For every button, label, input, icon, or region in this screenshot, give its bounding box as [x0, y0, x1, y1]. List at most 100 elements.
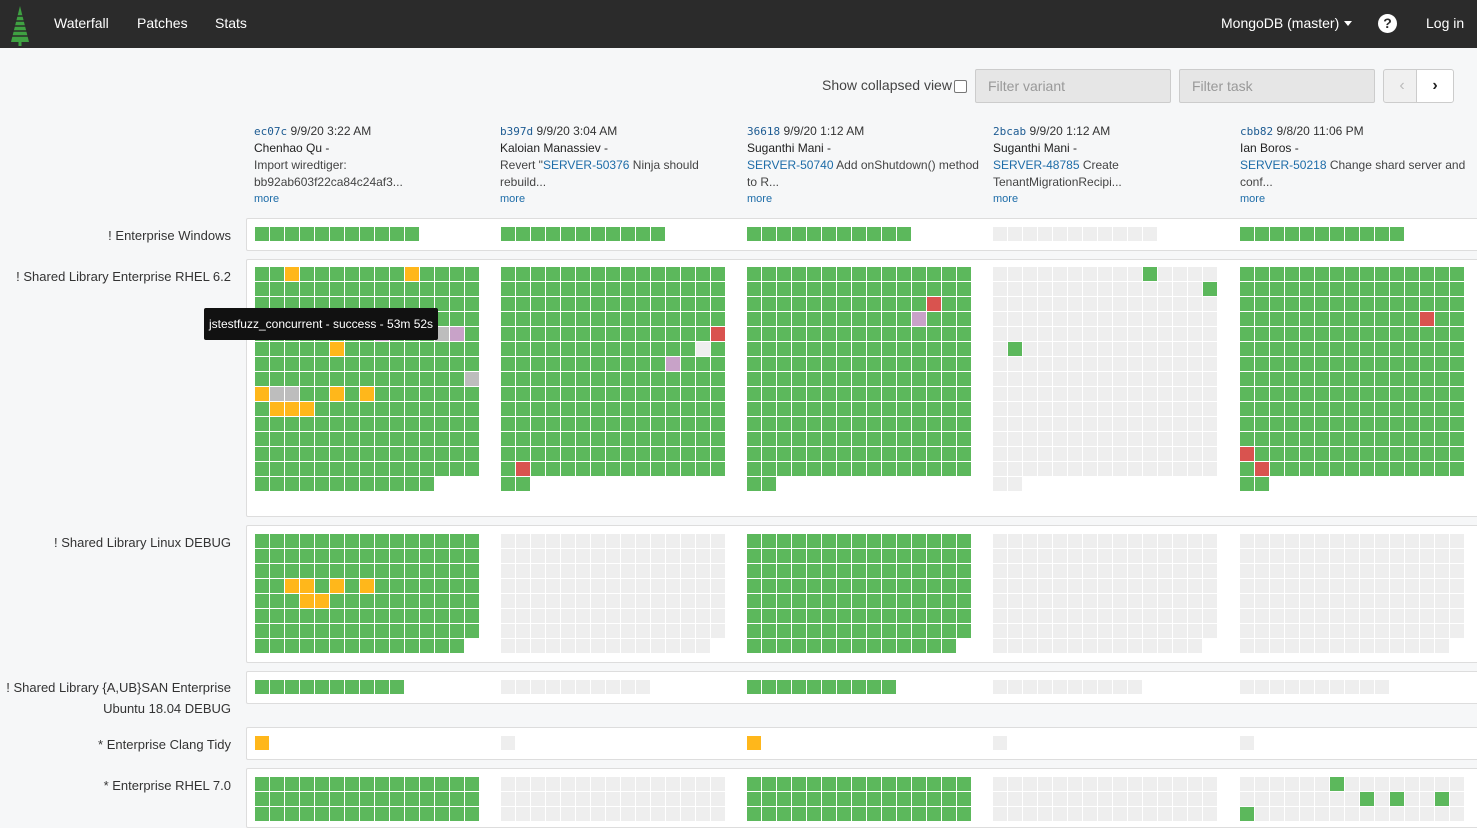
task-cell-success[interactable]	[807, 297, 821, 311]
task-cell-success[interactable]	[837, 807, 851, 821]
task-cell-success[interactable]	[1375, 312, 1389, 326]
task-cell-success[interactable]	[837, 387, 851, 401]
task-cell-success[interactable]	[465, 342, 479, 356]
task-cell-undispatched[interactable]	[1203, 777, 1217, 791]
task-cell-undispatched[interactable]	[1203, 327, 1217, 341]
task-cell-undispatched[interactable]	[1053, 282, 1067, 296]
task-cell-success[interactable]	[942, 372, 956, 386]
task-cell-undispatched[interactable]	[1083, 624, 1097, 638]
task-cell-success[interactable]	[315, 534, 329, 548]
task-cell-success[interactable]	[1255, 402, 1269, 416]
task-cell-success[interactable]	[1240, 432, 1254, 446]
task-cell-success[interactable]	[696, 372, 710, 386]
task-cell-success[interactable]	[390, 594, 404, 608]
task-cell-undispatched[interactable]	[1008, 462, 1022, 476]
task-cell-undispatched[interactable]	[1188, 297, 1202, 311]
more-link[interactable]: more	[500, 191, 735, 208]
task-cell-success[interactable]	[315, 792, 329, 806]
task-cell-success[interactable]	[822, 462, 836, 476]
task-cell-success[interactable]	[777, 549, 791, 563]
task-cell-success[interactable]	[882, 432, 896, 446]
task-cell-success[interactable]	[747, 777, 761, 791]
task-cell-success[interactable]	[591, 402, 605, 416]
task-cell-success[interactable]	[837, 777, 851, 791]
task-cell-undispatched[interactable]	[1113, 447, 1127, 461]
task-cell-undispatched[interactable]	[1098, 564, 1112, 578]
task-cell-success[interactable]	[1405, 342, 1419, 356]
task-cell-success[interactable]	[1315, 402, 1329, 416]
task-cell-warning[interactable]	[360, 579, 374, 593]
task-cell-undispatched[interactable]	[1360, 609, 1374, 623]
task-cell-success[interactable]	[270, 462, 284, 476]
task-cell-success[interactable]	[837, 609, 851, 623]
task-cell-success[interactable]	[852, 417, 866, 431]
task-cell-undispatched[interactable]	[1068, 462, 1082, 476]
task-cell-undispatched[interactable]	[1300, 777, 1314, 791]
task-cell-success[interactable]	[1450, 312, 1464, 326]
task-cell-success[interactable]	[375, 282, 389, 296]
task-cell-undispatched[interactable]	[1068, 297, 1082, 311]
task-cell-undispatched[interactable]	[1270, 777, 1284, 791]
task-cell-success[interactable]	[927, 372, 941, 386]
task-cell-undispatched[interactable]	[1435, 777, 1449, 791]
task-cell-undispatched[interactable]	[666, 639, 680, 653]
task-cell-success[interactable]	[420, 267, 434, 281]
task-cell-success[interactable]	[561, 282, 575, 296]
task-cell-undispatched[interactable]	[1203, 792, 1217, 806]
task-cell-undispatched[interactable]	[993, 777, 1007, 791]
task-cell-success[interactable]	[822, 639, 836, 653]
task-cell-undispatched[interactable]	[576, 609, 590, 623]
task-cell-undispatched[interactable]	[546, 534, 560, 548]
task-cell-success[interactable]	[516, 267, 530, 281]
task-cell-success[interactable]	[390, 534, 404, 548]
task-cell-success[interactable]	[822, 549, 836, 563]
task-cell-success[interactable]	[882, 267, 896, 281]
task-cell-undispatched[interactable]	[516, 807, 530, 821]
task-cell-success[interactable]	[531, 357, 545, 371]
task-cell-undispatched[interactable]	[1450, 792, 1464, 806]
task-cell-success[interactable]	[435, 564, 449, 578]
task-cell-success[interactable]	[822, 342, 836, 356]
task-cell-undispatched[interactable]	[1113, 549, 1127, 563]
task-cell-undispatched[interactable]	[1345, 564, 1359, 578]
task-cell-undispatched[interactable]	[1083, 777, 1097, 791]
task-cell-undispatched[interactable]	[1173, 639, 1187, 653]
task-cell-undispatched[interactable]	[993, 477, 1007, 491]
task-cell-undispatched[interactable]	[1068, 312, 1082, 326]
task-cell-undispatched[interactable]	[1450, 624, 1464, 638]
task-cell-undispatched[interactable]	[1255, 777, 1269, 791]
task-cell-undispatched[interactable]	[1300, 639, 1314, 653]
task-cell-success[interactable]	[435, 357, 449, 371]
task-cell-success[interactable]	[255, 807, 269, 821]
task-cell-success[interactable]	[957, 534, 971, 548]
task-cell-success[interactable]	[762, 477, 776, 491]
task-cell-success[interactable]	[762, 564, 776, 578]
task-cell-undispatched[interactable]	[1098, 594, 1112, 608]
task-cell-undispatched[interactable]	[561, 549, 575, 563]
task-cell-warning[interactable]	[300, 402, 314, 416]
task-cell-success[interactable]	[852, 432, 866, 446]
task-cell-success[interactable]	[1315, 417, 1329, 431]
task-cell-undispatched[interactable]	[993, 342, 1007, 356]
task-cell-undispatched[interactable]	[1113, 342, 1127, 356]
task-cell-undispatched[interactable]	[1023, 564, 1037, 578]
task-cell-undispatched[interactable]	[1053, 564, 1067, 578]
task-cell-success[interactable]	[1435, 282, 1449, 296]
task-cell-undispatched[interactable]	[1068, 267, 1082, 281]
task-cell-undispatched[interactable]	[1390, 639, 1404, 653]
task-cell-success[interactable]	[807, 609, 821, 623]
task-cell-success[interactable]	[561, 417, 575, 431]
task-cell-success[interactable]	[957, 342, 971, 356]
task-cell-success[interactable]	[465, 624, 479, 638]
task-cell-success[interactable]	[330, 639, 344, 653]
task-cell-undispatched[interactable]	[1173, 387, 1187, 401]
task-cell-success[interactable]	[270, 549, 284, 563]
task-cell-undispatched[interactable]	[501, 736, 515, 750]
task-cell-success[interactable]	[285, 609, 299, 623]
task-cell-success[interactable]	[606, 342, 620, 356]
task-cell-success[interactable]	[942, 534, 956, 548]
task-cell-success[interactable]	[807, 267, 821, 281]
task-cell-undispatched[interactable]	[531, 792, 545, 806]
task-cell-success[interactable]	[1450, 357, 1464, 371]
task-cell-undispatched[interactable]	[1300, 594, 1314, 608]
